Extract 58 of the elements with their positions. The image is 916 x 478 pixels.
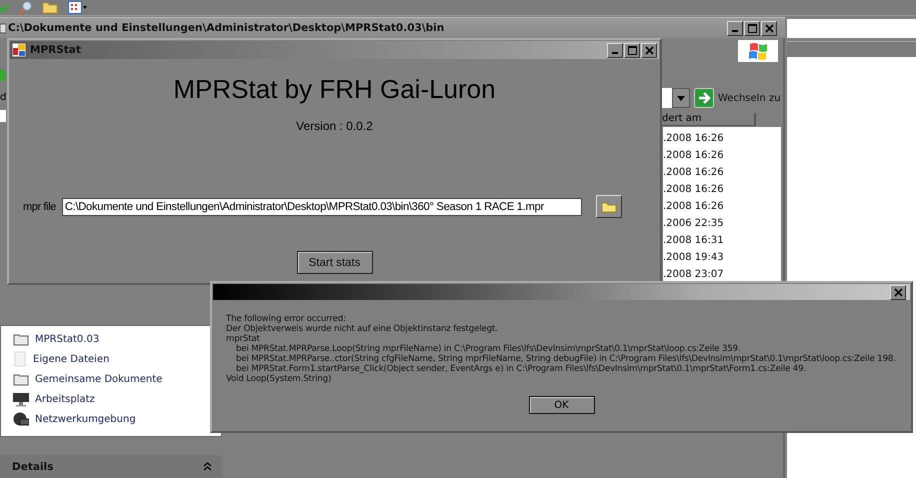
date-cell-text: .2008 16:26 <box>663 132 725 146</box>
version-text: Version : 0.0.2 <box>296 119 373 133</box>
close-icon <box>644 46 654 54</box>
close-icon <box>764 24 774 32</box>
start-button[interactable]: Start stats <box>296 251 372 274</box>
maximize-button[interactable] <box>744 20 760 36</box>
file-path-field[interactable]: C:\Dokumente und Einstellungen\Administrator\Desktop\MPRStat0.03\bin\360° Season 1 RACE 1.mpr <box>62 198 582 216</box>
date-cell-text: .2008 16:26 <box>663 200 725 214</box>
view-grid-icon[interactable] <box>68 1 88 14</box>
date-cell-text: .2006 22:35 <box>663 217 725 231</box>
date-cell-text: .2008 16:31 <box>663 234 725 248</box>
error-text: mprStat <box>226 334 261 344</box>
date-cell-text: .2008 16:26 <box>663 183 725 197</box>
minimize-button[interactable] <box>727 20 743 36</box>
monitor-icon <box>13 391 29 407</box>
close-icon <box>894 288 902 296</box>
ok-button[interactable]: OK <box>528 396 594 414</box>
error-text: bei MPRStat.Form1.startParse_Click(Object sender, EventArgs e) in C:\Program Files\lfs\DevInsim\mprStat\0.1\mprStat\Form1.cs:Zeile 49. <box>235 364 808 374</box>
date-cell-text: .2008 16:26 <box>663 166 725 180</box>
app-heading: MPRStat by FRH Gai-Luron <box>173 74 496 105</box>
place-link[interactable]: Eigene Dateien <box>13 351 110 367</box>
details-header[interactable]: Details <box>0 455 222 478</box>
arrow-right-icon <box>694 88 714 108</box>
maximize-button[interactable] <box>624 42 640 58</box>
place-link[interactable]: Gemeinsame Dokumente <box>13 371 162 387</box>
checkmark-icon[interactable] <box>0 2 8 14</box>
date-cell-text: .2008 19:43 <box>663 251 725 265</box>
date-cell-text: .2008 23:07 <box>663 268 725 282</box>
error-text: bei MPRStat.MPRParse..ctor(String cfgFileName, String mprFileName, String debugFile) in C:\Program Files\lfs\DevInsim\mprStat\0.1\mprStat\loop.cs:Zeile 198. <box>235 354 897 364</box>
error-text: bei MPRStat.MPRParse.Loop(String mprFileName) in C:\Program Files\lfs\DevInsim\mprStat\0.1\mprStat\loop.cs:Zeile 359. <box>235 344 742 354</box>
flag-logo-icon <box>738 40 778 62</box>
network-globe-icon <box>13 411 29 427</box>
close-button[interactable] <box>890 284 906 300</box>
address-dropdown[interactable] <box>660 88 690 108</box>
error-text: Der Objektverweis wurde nicht auf eine Objektinstanz festgelegt. <box>226 324 499 334</box>
go-button[interactable]: Wechseln zu <box>694 88 781 108</box>
close-button[interactable] <box>641 42 657 58</box>
minimize-button[interactable] <box>607 42 623 58</box>
error-text: The following error occurred: <box>226 314 347 324</box>
input-field[interactable] <box>0 110 6 122</box>
document-icon <box>13 351 27 367</box>
search-icon[interactable] <box>18 0 32 14</box>
place-link[interactable]: MPRStat0.03 <box>13 331 100 347</box>
app-icon <box>12 43 26 57</box>
maximize-icon <box>628 46 636 54</box>
caret-down-icon <box>677 96 685 100</box>
error-text: Void Loop(System.String) <box>226 374 332 384</box>
label-text: d <box>0 92 6 103</box>
place-link[interactable]: Netzwerkumgebung <box>13 411 136 427</box>
maximize-icon <box>748 24 756 32</box>
close-button[interactable] <box>761 20 777 36</box>
window-title: MPRStat <box>30 44 81 56</box>
field-label: mpr file <box>23 200 56 212</box>
date-cell-text: .2008 16:26 <box>663 149 725 163</box>
place-link[interactable]: Arbeitsplatz <box>13 391 95 407</box>
browse-button[interactable] <box>596 195 622 218</box>
window-title: C:\Dokumente und Einstellungen\Administrator\Desktop\MPRStat0.03\bin <box>8 22 444 34</box>
chevron-up-icon <box>203 462 212 471</box>
